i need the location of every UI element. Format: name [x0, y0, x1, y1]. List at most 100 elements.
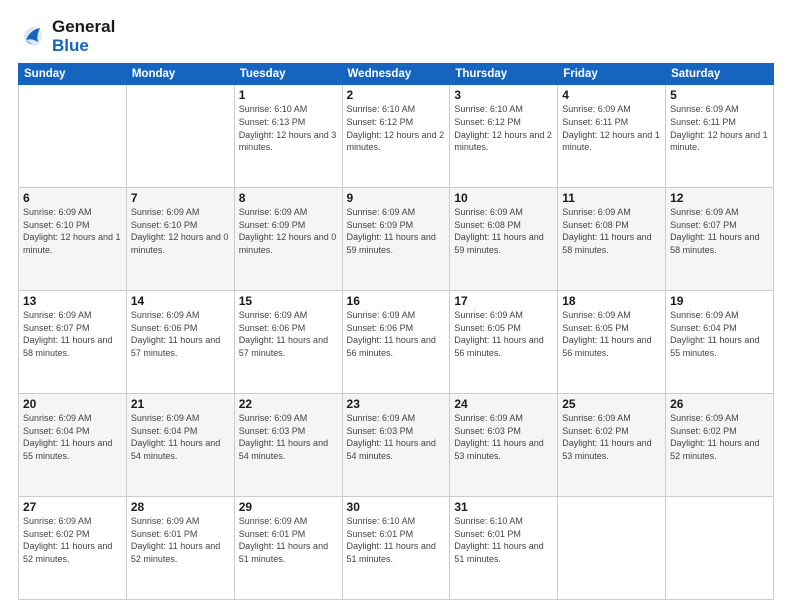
day-number: 20 — [23, 397, 122, 411]
day-info: Sunrise: 6:09 AM Sunset: 6:06 PM Dayligh… — [131, 309, 230, 359]
calendar-cell: 12Sunrise: 6:09 AM Sunset: 6:07 PM Dayli… — [666, 188, 774, 291]
calendar-cell: 18Sunrise: 6:09 AM Sunset: 6:05 PM Dayli… — [558, 291, 666, 394]
calendar-cell — [666, 497, 774, 600]
day-info: Sunrise: 6:09 AM Sunset: 6:02 PM Dayligh… — [23, 515, 122, 565]
day-number: 23 — [347, 397, 446, 411]
day-number: 25 — [562, 397, 661, 411]
logo: General Blue — [18, 18, 115, 55]
day-info: Sunrise: 6:10 AM Sunset: 6:12 PM Dayligh… — [347, 103, 446, 153]
calendar-cell: 1Sunrise: 6:10 AM Sunset: 6:13 PM Daylig… — [234, 85, 342, 188]
calendar-cell: 7Sunrise: 6:09 AM Sunset: 6:10 PM Daylig… — [126, 188, 234, 291]
calendar-cell: 31Sunrise: 6:10 AM Sunset: 6:01 PM Dayli… — [450, 497, 558, 600]
calendar-cell — [19, 85, 127, 188]
calendar-cell: 6Sunrise: 6:09 AM Sunset: 6:10 PM Daylig… — [19, 188, 127, 291]
calendar-cell: 17Sunrise: 6:09 AM Sunset: 6:05 PM Dayli… — [450, 291, 558, 394]
day-info: Sunrise: 6:09 AM Sunset: 6:02 PM Dayligh… — [562, 412, 661, 462]
calendar-cell: 29Sunrise: 6:09 AM Sunset: 6:01 PM Dayli… — [234, 497, 342, 600]
day-info: Sunrise: 6:09 AM Sunset: 6:05 PM Dayligh… — [562, 309, 661, 359]
week-row-1: 1Sunrise: 6:10 AM Sunset: 6:13 PM Daylig… — [19, 85, 774, 188]
calendar-cell: 15Sunrise: 6:09 AM Sunset: 6:06 PM Dayli… — [234, 291, 342, 394]
calendar-cell: 30Sunrise: 6:10 AM Sunset: 6:01 PM Dayli… — [342, 497, 450, 600]
calendar-cell: 24Sunrise: 6:09 AM Sunset: 6:03 PM Dayli… — [450, 394, 558, 497]
calendar-cell: 25Sunrise: 6:09 AM Sunset: 6:02 PM Dayli… — [558, 394, 666, 497]
day-info: Sunrise: 6:09 AM Sunset: 6:06 PM Dayligh… — [347, 309, 446, 359]
calendar-cell: 3Sunrise: 6:10 AM Sunset: 6:12 PM Daylig… — [450, 85, 558, 188]
day-number: 5 — [670, 88, 769, 102]
day-number: 8 — [239, 191, 338, 205]
weekday-header-saturday: Saturday — [666, 64, 774, 85]
day-number: 31 — [454, 500, 553, 514]
calendar-cell: 22Sunrise: 6:09 AM Sunset: 6:03 PM Dayli… — [234, 394, 342, 497]
calendar-cell: 20Sunrise: 6:09 AM Sunset: 6:04 PM Dayli… — [19, 394, 127, 497]
day-info: Sunrise: 6:09 AM Sunset: 6:03 PM Dayligh… — [347, 412, 446, 462]
day-info: Sunrise: 6:09 AM Sunset: 6:09 PM Dayligh… — [239, 206, 338, 256]
week-row-2: 6Sunrise: 6:09 AM Sunset: 6:10 PM Daylig… — [19, 188, 774, 291]
calendar-cell — [126, 85, 234, 188]
day-info: Sunrise: 6:09 AM Sunset: 6:10 PM Dayligh… — [131, 206, 230, 256]
weekday-header-monday: Monday — [126, 64, 234, 85]
calendar-cell: 4Sunrise: 6:09 AM Sunset: 6:11 PM Daylig… — [558, 85, 666, 188]
day-info: Sunrise: 6:09 AM Sunset: 6:01 PM Dayligh… — [131, 515, 230, 565]
day-number: 29 — [239, 500, 338, 514]
week-row-5: 27Sunrise: 6:09 AM Sunset: 6:02 PM Dayli… — [19, 497, 774, 600]
day-info: Sunrise: 6:09 AM Sunset: 6:11 PM Dayligh… — [562, 103, 661, 153]
day-info: Sunrise: 6:09 AM Sunset: 6:06 PM Dayligh… — [239, 309, 338, 359]
header: General Blue — [18, 18, 774, 55]
weekday-header-row: SundayMondayTuesdayWednesdayThursdayFrid… — [19, 64, 774, 85]
weekday-header-tuesday: Tuesday — [234, 64, 342, 85]
calendar-cell: 10Sunrise: 6:09 AM Sunset: 6:08 PM Dayli… — [450, 188, 558, 291]
day-info: Sunrise: 6:09 AM Sunset: 6:10 PM Dayligh… — [23, 206, 122, 256]
day-number: 21 — [131, 397, 230, 411]
day-number: 9 — [347, 191, 446, 205]
weekday-header-friday: Friday — [558, 64, 666, 85]
day-info: Sunrise: 6:10 AM Sunset: 6:13 PM Dayligh… — [239, 103, 338, 153]
day-number: 27 — [23, 500, 122, 514]
day-number: 18 — [562, 294, 661, 308]
day-number: 14 — [131, 294, 230, 308]
calendar-cell: 27Sunrise: 6:09 AM Sunset: 6:02 PM Dayli… — [19, 497, 127, 600]
day-info: Sunrise: 6:09 AM Sunset: 6:04 PM Dayligh… — [670, 309, 769, 359]
page: General Blue SundayMondayTuesdayWednesda… — [0, 0, 792, 612]
day-number: 10 — [454, 191, 553, 205]
day-number: 12 — [670, 191, 769, 205]
calendar-cell: 11Sunrise: 6:09 AM Sunset: 6:08 PM Dayli… — [558, 188, 666, 291]
calendar-cell: 5Sunrise: 6:09 AM Sunset: 6:11 PM Daylig… — [666, 85, 774, 188]
day-info: Sunrise: 6:09 AM Sunset: 6:08 PM Dayligh… — [454, 206, 553, 256]
logo-text: General Blue — [52, 18, 115, 55]
day-number: 28 — [131, 500, 230, 514]
day-number: 17 — [454, 294, 553, 308]
day-info: Sunrise: 6:09 AM Sunset: 6:04 PM Dayligh… — [23, 412, 122, 462]
day-number: 6 — [23, 191, 122, 205]
day-info: Sunrise: 6:09 AM Sunset: 6:11 PM Dayligh… — [670, 103, 769, 153]
day-info: Sunrise: 6:09 AM Sunset: 6:04 PM Dayligh… — [131, 412, 230, 462]
day-info: Sunrise: 6:09 AM Sunset: 6:07 PM Dayligh… — [23, 309, 122, 359]
day-number: 4 — [562, 88, 661, 102]
day-info: Sunrise: 6:09 AM Sunset: 6:03 PM Dayligh… — [454, 412, 553, 462]
day-info: Sunrise: 6:09 AM Sunset: 6:09 PM Dayligh… — [347, 206, 446, 256]
calendar-cell: 19Sunrise: 6:09 AM Sunset: 6:04 PM Dayli… — [666, 291, 774, 394]
week-row-4: 20Sunrise: 6:09 AM Sunset: 6:04 PM Dayli… — [19, 394, 774, 497]
calendar-cell: 8Sunrise: 6:09 AM Sunset: 6:09 PM Daylig… — [234, 188, 342, 291]
day-number: 3 — [454, 88, 553, 102]
weekday-header-sunday: Sunday — [19, 64, 127, 85]
calendar-cell: 9Sunrise: 6:09 AM Sunset: 6:09 PM Daylig… — [342, 188, 450, 291]
day-number: 16 — [347, 294, 446, 308]
day-number: 13 — [23, 294, 122, 308]
calendar-cell: 28Sunrise: 6:09 AM Sunset: 6:01 PM Dayli… — [126, 497, 234, 600]
calendar-cell — [558, 497, 666, 600]
day-info: Sunrise: 6:09 AM Sunset: 6:02 PM Dayligh… — [670, 412, 769, 462]
weekday-header-thursday: Thursday — [450, 64, 558, 85]
day-info: Sunrise: 6:10 AM Sunset: 6:01 PM Dayligh… — [454, 515, 553, 565]
calendar-cell: 14Sunrise: 6:09 AM Sunset: 6:06 PM Dayli… — [126, 291, 234, 394]
day-info: Sunrise: 6:09 AM Sunset: 6:03 PM Dayligh… — [239, 412, 338, 462]
logo-icon — [18, 22, 48, 52]
calendar-cell: 2Sunrise: 6:10 AM Sunset: 6:12 PM Daylig… — [342, 85, 450, 188]
calendar-cell: 23Sunrise: 6:09 AM Sunset: 6:03 PM Dayli… — [342, 394, 450, 497]
day-number: 22 — [239, 397, 338, 411]
week-row-3: 13Sunrise: 6:09 AM Sunset: 6:07 PM Dayli… — [19, 291, 774, 394]
day-info: Sunrise: 6:09 AM Sunset: 6:07 PM Dayligh… — [670, 206, 769, 256]
calendar-cell: 21Sunrise: 6:09 AM Sunset: 6:04 PM Dayli… — [126, 394, 234, 497]
day-number: 26 — [670, 397, 769, 411]
day-info: Sunrise: 6:10 AM Sunset: 6:12 PM Dayligh… — [454, 103, 553, 153]
calendar-cell: 16Sunrise: 6:09 AM Sunset: 6:06 PM Dayli… — [342, 291, 450, 394]
